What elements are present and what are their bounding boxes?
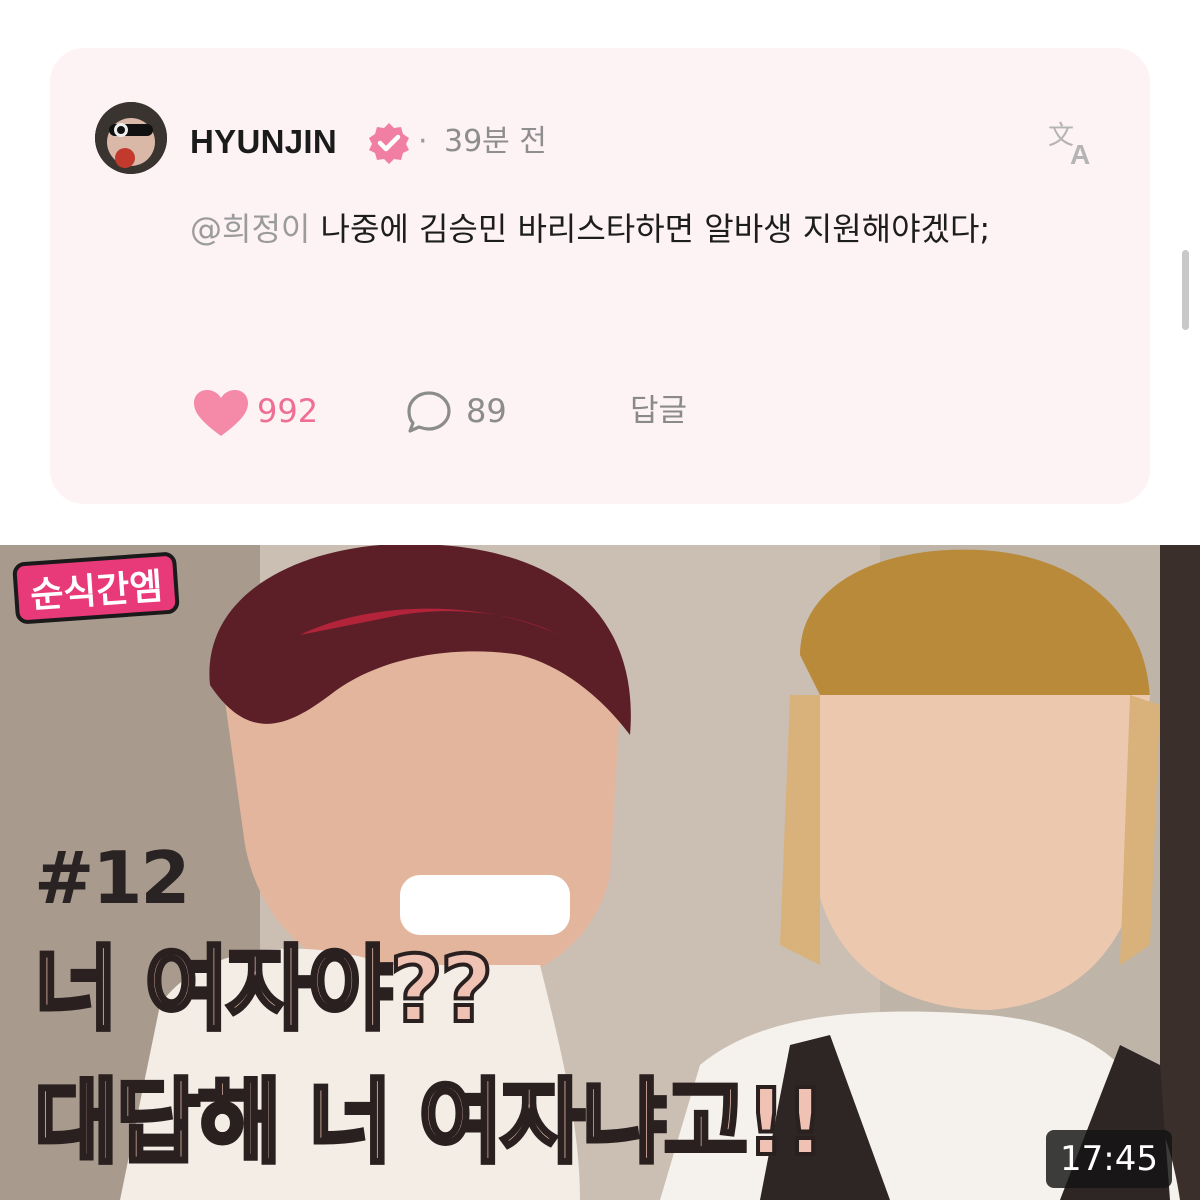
comment-body: 나중에 김승민 바리스타하면 알바생 지원해야겠다; xyxy=(310,210,991,248)
username[interactable]: HYUNJIN xyxy=(190,120,337,164)
heart-icon[interactable] xyxy=(192,388,250,438)
translate-icon[interactable]: 文 A xyxy=(1046,118,1102,168)
scrollbar[interactable] xyxy=(1182,250,1189,330)
avatar[interactable] xyxy=(95,102,167,174)
mention[interactable]: @희정이 xyxy=(190,210,310,248)
svg-text:A: A xyxy=(1070,139,1090,168)
series-tag: 순식간엠 xyxy=(12,551,181,625)
video-headline-line1: 너 여자야?? xyxy=(32,934,495,1045)
comment-text: @희정이 나중에 김승민 바리스타하면 알바생 지원해야겠다; xyxy=(190,202,1095,257)
post-time: 39분 전 xyxy=(444,124,547,159)
video-headline-line2: 대답해 너 여자냐고!! xyxy=(32,1067,828,1178)
episode-number: #12 xyxy=(34,836,191,920)
separator-dot: · xyxy=(418,124,428,159)
verified-badge-icon xyxy=(369,123,409,164)
video-duration: 17:45 xyxy=(1046,1130,1172,1188)
comment-bubble-icon[interactable] xyxy=(405,388,453,436)
comment-count[interactable]: 89 xyxy=(466,390,507,432)
reply-button[interactable]: 답글 xyxy=(630,390,687,432)
like-count[interactable]: 992 xyxy=(257,390,318,432)
